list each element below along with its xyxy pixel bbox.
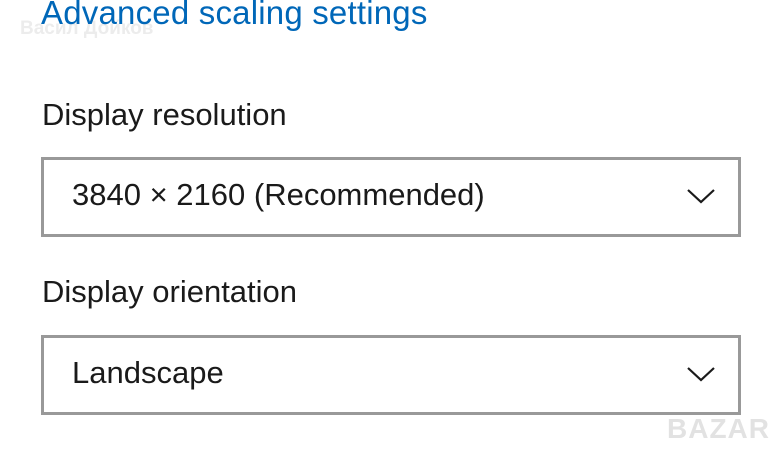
advanced-scaling-settings-link[interactable]: Advanced scaling settings [41, 0, 428, 32]
display-resolution-label: Display resolution [42, 97, 287, 132]
display-settings-page: Васил Дойков Advanced scaling settings D… [0, 0, 778, 455]
display-orientation-value: Landscape [72, 355, 224, 390]
display-resolution-value: 3840 × 2160 (Recommended) [72, 177, 485, 212]
watermark-bottom: BAZAR [667, 413, 770, 444]
display-resolution-dropdown[interactable]: 3840 × 2160 (Recommended) [41, 157, 741, 237]
display-orientation-dropdown[interactable]: Landscape [41, 335, 741, 415]
chevron-down-icon [687, 367, 715, 382]
display-orientation-label: Display orientation [42, 274, 298, 309]
chevron-down-icon [687, 189, 715, 204]
